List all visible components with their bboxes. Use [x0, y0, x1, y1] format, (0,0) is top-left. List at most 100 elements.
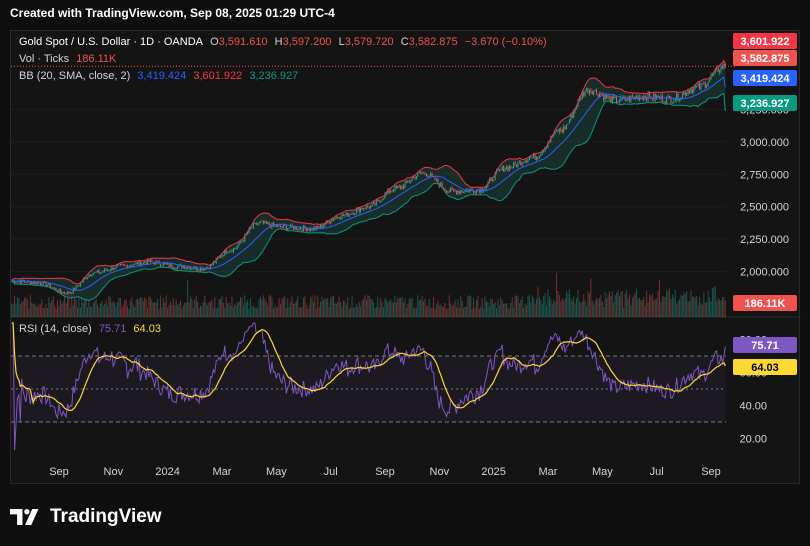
volume-bar: [570, 298, 572, 317]
candle-body: [437, 178, 439, 184]
candle-body: [423, 172, 425, 174]
volume-bar: [234, 304, 236, 317]
volume-bar: [291, 296, 293, 317]
volume-bar: [94, 301, 96, 317]
candle-body: [75, 285, 77, 290]
candle-body: [300, 227, 302, 230]
chart-panel[interactable]: 1,750.0002,000.0002,250.0002,500.0002,75…: [10, 30, 801, 485]
low-value: 3,579.720: [344, 36, 394, 48]
volume-bar: [427, 305, 429, 317]
candle-body: [344, 215, 346, 217]
candle-body: [102, 271, 104, 273]
volume-bar: [387, 302, 389, 317]
candle-body: [138, 261, 140, 265]
candle-body: [536, 157, 538, 160]
volume-bar: [604, 292, 606, 317]
candle-body: [723, 63, 725, 69]
candle-body: [470, 189, 472, 190]
volume-bar: [587, 291, 589, 317]
candle-body: [202, 268, 204, 271]
volume-bar: [567, 293, 569, 317]
candle-body: [448, 191, 450, 193]
volume-bar: [520, 299, 522, 317]
volume-bar: [681, 295, 683, 317]
last-price-tag-text: 3,582.875: [741, 53, 790, 65]
candle-body: [188, 267, 190, 270]
x-tick-label: May: [592, 466, 613, 478]
candle-body: [691, 89, 693, 93]
candle-body: [125, 265, 127, 267]
volume-bar: [84, 299, 86, 317]
volume-bar: [560, 300, 562, 317]
volume-bar: [128, 308, 130, 317]
volume-bar: [364, 295, 366, 317]
candle-body: [360, 208, 362, 212]
volume-bar: [307, 308, 309, 317]
volume-bar: [278, 298, 280, 317]
volume-bar: [420, 299, 422, 317]
volume-bar: [374, 307, 376, 317]
volume-bar: [270, 295, 272, 317]
candle-body: [703, 83, 705, 85]
volume-bar: [664, 297, 666, 317]
candle-body: [108, 270, 110, 272]
candle-body: [144, 262, 146, 263]
volume-bar: [690, 290, 692, 317]
candle-body: [707, 82, 709, 86]
volume-bar: [245, 302, 247, 317]
volume-bar: [281, 298, 283, 317]
volume-bar: [265, 301, 267, 317]
candle-body: [280, 225, 282, 228]
volume-bar: [404, 298, 406, 317]
volume-bar: [503, 303, 505, 317]
volume-bar: [669, 288, 671, 317]
candle-body: [132, 265, 134, 267]
volume-bar: [455, 307, 457, 317]
tradingview-logo-icon: [10, 509, 39, 525]
candle-body: [52, 287, 54, 289]
candle-body: [613, 96, 615, 98]
candle-body: [564, 126, 566, 130]
candle-body: [600, 93, 602, 96]
candle-body: [593, 91, 595, 95]
volume-bar: [464, 306, 466, 317]
price-tick-label: 2,500.000: [740, 202, 789, 214]
candle-body: [568, 120, 570, 124]
candle-body: [298, 227, 300, 230]
volume-bar: [631, 297, 633, 317]
volume-bar: [171, 305, 173, 317]
candle-body: [646, 98, 648, 101]
volume-bar: [485, 300, 487, 317]
volume-bar: [82, 302, 84, 317]
candle-body: [351, 213, 353, 215]
candle-body: [230, 250, 232, 252]
price-chart-svg[interactable]: 1,750.0002,000.0002,250.0002,500.0002,75…: [11, 31, 801, 485]
volume-bar: [348, 308, 350, 317]
candle-body: [393, 190, 395, 192]
candle-body: [461, 190, 463, 192]
candle-body: [523, 162, 525, 164]
volume-bar: [397, 297, 399, 317]
volume-bar: [55, 308, 57, 317]
volume-bar: [684, 294, 686, 317]
candle-body: [463, 191, 465, 193]
volume-bar: [194, 299, 196, 317]
candle-body: [538, 156, 540, 159]
volume-bar: [71, 295, 73, 317]
candle-body: [368, 206, 370, 209]
volume-bar: [484, 296, 486, 317]
volume-bar: [651, 293, 653, 317]
candle-body: [88, 274, 90, 277]
volume-bar: [357, 306, 359, 317]
candle-body: [341, 214, 343, 219]
volume-bar: [218, 299, 220, 317]
candle-body: [332, 219, 334, 220]
volume-bar: [302, 297, 304, 317]
chart-attribution: Created with TradingView.com, Sep 08, 20…: [10, 6, 335, 20]
candle-body: [255, 222, 257, 225]
candle-body: [701, 83, 703, 85]
volume-bar: [407, 304, 409, 317]
volume-bar: [282, 297, 284, 317]
volume-bar: [524, 303, 526, 317]
candle-body: [101, 271, 103, 273]
